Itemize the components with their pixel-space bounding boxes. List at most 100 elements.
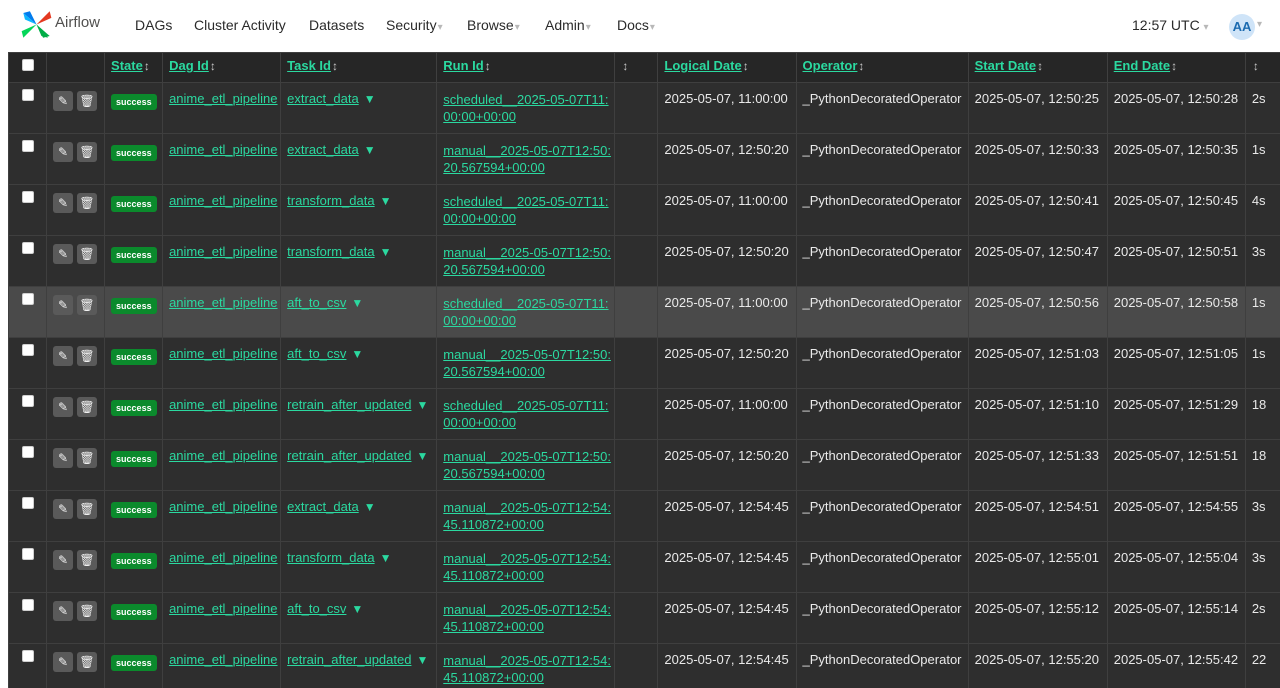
nav-docs[interactable]: Docs▾: [617, 17, 655, 33]
run-id-link[interactable]: scheduled__2025-05-07T11:00:00+00:00: [443, 91, 613, 125]
table-row[interactable]: ✎ 🗑 success anime_etl_pipeline extract_d…: [8, 490, 1280, 542]
brand[interactable]: Airflow: [20, 8, 100, 41]
sort-icon[interactable]: ↕: [485, 59, 491, 73]
filter-icon[interactable]: ▼: [364, 92, 376, 106]
chevron-down-icon[interactable]: ▾: [1257, 19, 1262, 30]
task-id-sort-link[interactable]: Task Id: [287, 58, 331, 73]
col-logical-date[interactable]: Logical Date↕: [657, 52, 797, 83]
filter-icon[interactable]: ▼: [416, 398, 428, 412]
row-checkbox[interactable]: [21, 650, 34, 662]
col-start-date[interactable]: Start Date↕: [967, 52, 1108, 83]
trash-icon[interactable]: 🗑: [77, 550, 98, 570]
trash-icon[interactable]: 🗑: [77, 295, 98, 315]
edit-icon[interactable]: ✎: [53, 601, 74, 621]
row-checkbox[interactable]: [21, 446, 34, 458]
dag-id-link[interactable]: anime_etl_pipeline: [169, 193, 277, 208]
edit-icon[interactable]: ✎: [53, 142, 74, 162]
trash-icon[interactable]: 🗑: [77, 91, 98, 111]
dag-id-link[interactable]: anime_etl_pipeline: [169, 91, 277, 106]
row-checkbox[interactable]: [21, 548, 34, 560]
trash-icon[interactable]: 🗑: [77, 397, 98, 417]
trash-icon[interactable]: 🗑: [77, 601, 98, 621]
table-row[interactable]: ✎ 🗑 success anime_etl_pipeline aft_to_cs…: [8, 592, 1280, 644]
dag-id-link[interactable]: anime_etl_pipeline: [169, 448, 277, 463]
filter-icon[interactable]: ▼: [364, 143, 376, 157]
nav-security[interactable]: Security▾: [386, 17, 443, 33]
row-checkbox[interactable]: [21, 293, 34, 305]
dag-id-link[interactable]: anime_etl_pipeline: [169, 397, 277, 412]
dag-id-link[interactable]: anime_etl_pipeline: [169, 550, 277, 565]
sort-icon[interactable]: ↕: [1253, 59, 1259, 73]
filter-icon[interactable]: ▼: [351, 296, 363, 310]
nav-admin[interactable]: Admin▾: [545, 17, 591, 33]
edit-icon[interactable]: ✎: [53, 448, 74, 468]
run-id-link[interactable]: scheduled__2025-05-07T11:00:00+00:00: [443, 397, 613, 431]
col-state[interactable]: State↕: [104, 52, 164, 83]
run-id-link[interactable]: scheduled__2025-05-07T11:00:00+00:00: [443, 193, 613, 227]
col-duration[interactable]: ↕: [1244, 52, 1280, 83]
trash-icon[interactable]: 🗑: [77, 193, 98, 213]
user-avatar[interactable]: AA: [1229, 14, 1255, 40]
table-row[interactable]: ✎ 🗑 success anime_etl_pipeline transform…: [8, 541, 1280, 593]
edit-icon[interactable]: ✎: [53, 295, 74, 315]
trash-icon[interactable]: 🗑: [77, 142, 98, 162]
col-end-date[interactable]: End Date↕: [1106, 52, 1246, 83]
dag-id-link[interactable]: anime_etl_pipeline: [169, 499, 277, 514]
run-id-link[interactable]: manual__2025-05-07T12:50:20.567594+00:00: [443, 142, 613, 176]
row-checkbox[interactable]: [21, 599, 34, 611]
table-row[interactable]: ✎ 🗑 success anime_etl_pipeline aft_to_cs…: [8, 337, 1280, 389]
edit-icon[interactable]: ✎: [53, 499, 74, 519]
sort-icon[interactable]: ↕: [1171, 59, 1177, 73]
dag-id-link[interactable]: anime_etl_pipeline: [169, 652, 277, 667]
table-row[interactable]: ✎ 🗑 success anime_etl_pipeline extract_d…: [8, 133, 1280, 185]
task-id-link[interactable]: extract_data: [287, 499, 359, 514]
table-row[interactable]: ✎ 🗑 success anime_etl_pipeline retrain_a…: [8, 643, 1280, 688]
task-id-link[interactable]: transform_data: [287, 550, 374, 565]
trash-icon[interactable]: 🗑: [77, 448, 98, 468]
row-checkbox[interactable]: [21, 191, 34, 203]
sort-icon[interactable]: ↕: [743, 59, 749, 73]
col-dag-id[interactable]: Dag Id↕: [162, 52, 282, 83]
task-id-link[interactable]: transform_data: [287, 193, 374, 208]
col-task-id[interactable]: Task Id↕: [280, 52, 438, 83]
row-checkbox[interactable]: [21, 140, 34, 152]
edit-icon[interactable]: ✎: [53, 346, 74, 366]
nav-dags[interactable]: DAGs: [135, 17, 172, 33]
run-id-link[interactable]: manual__2025-05-07T12:54:45.110872+00:00: [443, 652, 613, 686]
col-operator[interactable]: Operator↕: [795, 52, 969, 83]
dag-id-link[interactable]: anime_etl_pipeline: [169, 295, 277, 310]
filter-icon[interactable]: ▼: [416, 653, 428, 667]
task-id-link[interactable]: extract_data: [287, 142, 359, 157]
trash-icon[interactable]: 🗑: [77, 652, 98, 672]
edit-icon[interactable]: ✎: [53, 244, 74, 264]
table-row[interactable]: ✎ 🗑 success anime_etl_pipeline retrain_a…: [8, 439, 1280, 491]
table-row[interactable]: ✎ 🗑 success anime_etl_pipeline retrain_a…: [8, 388, 1280, 440]
edit-icon[interactable]: ✎: [53, 652, 74, 672]
edit-icon[interactable]: ✎: [53, 550, 74, 570]
dag-id-link[interactable]: anime_etl_pipeline: [169, 244, 277, 259]
row-checkbox[interactable]: [21, 344, 34, 356]
run-id-link[interactable]: manual__2025-05-07T12:54:45.110872+00:00: [443, 601, 613, 635]
start-date-sort-link[interactable]: Start Date: [975, 58, 1036, 73]
nav-browse[interactable]: Browse▾: [467, 17, 520, 33]
filter-icon[interactable]: ▼: [380, 245, 392, 259]
row-checkbox[interactable]: [21, 89, 34, 101]
filter-icon[interactable]: ▼: [351, 347, 363, 361]
row-checkbox[interactable]: [21, 395, 34, 407]
task-id-link[interactable]: aft_to_csv: [287, 601, 346, 616]
edit-icon[interactable]: ✎: [53, 397, 74, 417]
task-id-link[interactable]: retrain_after_updated: [287, 448, 411, 463]
run-id-link[interactable]: manual__2025-05-07T12:50:20.567594+00:00: [443, 346, 613, 380]
task-id-link[interactable]: retrain_after_updated: [287, 652, 411, 667]
end-date-sort-link[interactable]: End Date: [1114, 58, 1170, 73]
row-checkbox[interactable]: [21, 242, 34, 254]
trash-icon[interactable]: 🗑: [77, 244, 98, 264]
table-row[interactable]: ✎ 🗑 success anime_etl_pipeline aft_to_cs…: [8, 286, 1280, 338]
utc-clock[interactable]: 12:57 UTC ▾: [1132, 17, 1209, 33]
operator-sort-link[interactable]: Operator: [803, 58, 858, 73]
task-id-link[interactable]: retrain_after_updated: [287, 397, 411, 412]
run-id-sort-link[interactable]: Run Id: [443, 58, 483, 73]
state-sort-link[interactable]: State: [111, 58, 143, 73]
dag-id-link[interactable]: anime_etl_pipeline: [169, 601, 277, 616]
edit-icon[interactable]: ✎: [53, 193, 74, 213]
